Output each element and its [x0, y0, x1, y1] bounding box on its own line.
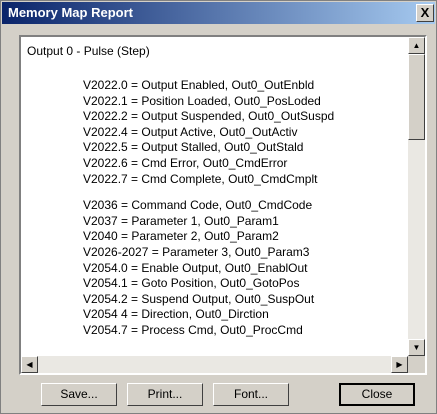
report-line: V2022.6 = Cmd Error, Out0_CmdError: [83, 155, 288, 170]
report-lines: V2022.0 = Output Enabled, Out0_OutEnbld V…: [83, 78, 334, 339]
report-line: V2022.4 = Output Active, Out0_OutActiv: [83, 124, 298, 139]
status-bits-group: V2022.0 = Output Enabled, Out0_OutEnbld V…: [83, 78, 334, 187]
report-heading: Output 0 - Pulse (Step): [27, 44, 150, 58]
save-button[interactable]: Save...: [41, 383, 117, 406]
report-content: Output 0 - Pulse (Step) V2022.0 = Output…: [21, 37, 408, 356]
report-line: V2036 = Command Code, Out0_CmdCode: [83, 198, 313, 213]
report-line: V2022.2 = Output Suspended, Out0_OutSusp…: [83, 109, 335, 124]
report-line: V2054.7 = Process Cmd, Out0_ProcCmd: [83, 322, 303, 337]
report-line: V2054.1 = Goto Position, Out0_GotoPos: [83, 276, 300, 291]
report-line: V2026-2027 = Parameter 3, Out0_Param3: [83, 244, 310, 259]
report-line: V2037 = Parameter 1, Out0_Param1: [83, 213, 279, 228]
right-arrow-icon: ▶: [396, 360, 403, 369]
font-button[interactable]: Font...: [213, 383, 289, 406]
report-line: V2054.2 = Suspend Output, Out0_SuspOut: [83, 291, 315, 306]
report-line: V2054 4 = Direction, Out0_Dirction: [83, 307, 269, 322]
title-bar[interactable]: Memory Map Report X: [2, 2, 435, 24]
report-line: V2022.1 = Position Loaded, Out0_PosLoded: [83, 93, 321, 108]
scroll-down-button[interactable]: ▼: [408, 339, 425, 356]
window-title: Memory Map Report: [8, 5, 133, 20]
close-button[interactable]: Close: [339, 383, 415, 406]
horizontal-scrollbar[interactable]: ◀ ▶: [21, 356, 408, 373]
command-registers-group: V2036 = Command Code, Out0_CmdCode V2037 …: [83, 198, 334, 338]
vertical-scrollbar[interactable]: ▲ ▼: [408, 37, 425, 356]
close-window-button[interactable]: X: [416, 4, 434, 22]
report-text-area[interactable]: Output 0 - Pulse (Step) V2022.0 = Output…: [19, 35, 427, 375]
up-arrow-icon: ▲: [412, 41, 421, 50]
memory-map-report-window: Memory Map Report X Output 0 - Pulse (St…: [0, 0, 437, 414]
vertical-scroll-thumb[interactable]: [408, 54, 425, 140]
report-line: V2022.0 = Output Enabled, Out0_OutEnbld: [83, 78, 315, 92]
report-line: V2054.0 = Enable Output, Out0_EnablOut: [83, 260, 308, 275]
left-arrow-icon: ◀: [26, 360, 33, 369]
report-line: V2022.5 = Output Stalled, Out0_OutStald: [83, 140, 304, 155]
scrollbar-corner: [408, 356, 425, 373]
report-line: V2022.7 = Cmd Complete, Out0_CmdCmplt: [83, 171, 318, 186]
scroll-up-button[interactable]: ▲: [408, 37, 425, 54]
report-line: V2040 = Parameter 2, Out0_Param2: [83, 229, 279, 244]
scroll-left-button[interactable]: ◀: [21, 356, 38, 373]
print-button[interactable]: Print...: [127, 383, 203, 406]
scroll-right-button[interactable]: ▶: [391, 356, 408, 373]
down-arrow-icon: ▼: [412, 343, 421, 352]
